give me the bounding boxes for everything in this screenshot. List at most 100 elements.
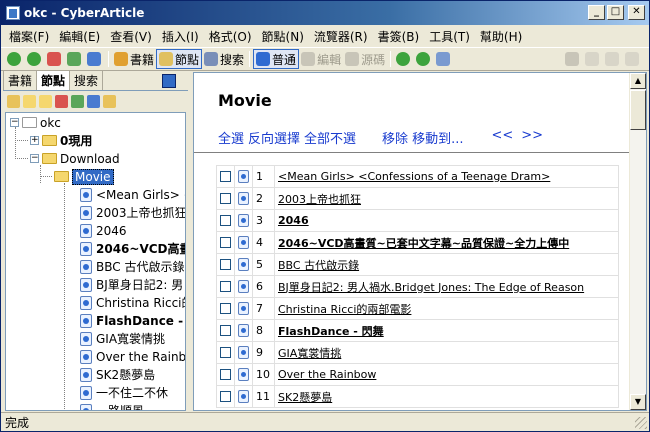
books-button[interactable]: 書籍 — [112, 49, 156, 69]
node-tree[interactable]: −okc +0現用 −Download Movie <Mean Girls> <… — [5, 112, 186, 411]
tree-item[interactable]: BJ單身日記2: 男 — [80, 275, 183, 294]
lock-icon[interactable] — [103, 94, 116, 108]
tree-item[interactable]: BBC 古代啟示錄 — [80, 257, 184, 276]
menu-edit[interactable]: 編輯(E) — [54, 26, 105, 47]
refresh-tree-icon[interactable] — [71, 94, 84, 108]
scroll-up-button[interactable]: ▲ — [630, 73, 646, 89]
table-row[interactable]: 11 SK2懸夢島 — [216, 385, 619, 408]
scroll-down-button[interactable]: ▼ — [630, 394, 646, 410]
row-link[interactable]: GIA寬裳情挑 — [278, 347, 341, 360]
nodes-button[interactable]: 節點 — [156, 49, 203, 69]
row-checkbox[interactable] — [220, 391, 231, 402]
save-button[interactable] — [563, 49, 583, 69]
tree-item[interactable]: 一路順風 — [80, 401, 144, 410]
add-folder-icon[interactable] — [39, 94, 52, 108]
tree-folder-now[interactable]: +0現用 — [30, 131, 92, 150]
prev-node-button[interactable] — [394, 49, 414, 69]
row-link[interactable]: SK2懸夢島 — [278, 391, 332, 404]
next-node-button[interactable] — [414, 49, 434, 69]
tree-item[interactable]: SK2懸夢島 — [80, 365, 155, 384]
row-link[interactable]: FlashDance - 閃舞 — [278, 325, 384, 338]
capture-button[interactable] — [434, 49, 454, 69]
table-row[interactable]: 2 2003上帝也抓狂 — [216, 187, 619, 210]
refresh-button[interactable] — [65, 49, 85, 69]
tab-search[interactable]: 搜索 — [69, 70, 104, 90]
tree-item[interactable]: 2046 — [80, 221, 127, 240]
prev-page-link[interactable]: << — [491, 128, 513, 147]
menu-tools[interactable]: 工具(T) — [424, 26, 475, 47]
open-folder-icon[interactable] — [7, 94, 20, 108]
row-checkbox[interactable] — [220, 215, 231, 226]
table-row[interactable]: 6 BJ單身日記2: 男人禍水.Bridget Jones: The Edge o… — [216, 275, 619, 298]
table-row[interactable]: 7 Christina Ricci的兩部電影 — [216, 297, 619, 320]
tree-item[interactable]: 2003上帝也抓狂 — [80, 203, 185, 222]
home-button[interactable] — [85, 49, 105, 69]
scroll-thumb[interactable] — [630, 90, 646, 130]
row-checkbox[interactable] — [220, 171, 231, 182]
minimize-button[interactable]: _ — [588, 5, 605, 20]
row-checkbox[interactable] — [220, 193, 231, 204]
menu-format[interactable]: 格式(O) — [204, 26, 257, 47]
move-to-link[interactable]: 移動到... — [412, 128, 463, 147]
menu-file[interactable]: 檔案(F) — [4, 26, 54, 47]
row-link[interactable]: BJ單身日記2: 男人禍水.Bridget Jones: The Edge of… — [278, 281, 584, 294]
tree-item[interactable]: 一不住二不休 — [80, 383, 168, 402]
next-page-link[interactable]: >> — [521, 128, 543, 147]
tree-root[interactable]: − okc — [10, 113, 61, 132]
pin-icon[interactable] — [162, 74, 176, 88]
row-checkbox[interactable] — [220, 369, 231, 380]
stop-button[interactable] — [45, 49, 65, 69]
menu-browser[interactable]: 流覽器(R) — [309, 26, 373, 47]
menu-view[interactable]: 查看(V) — [105, 26, 157, 47]
close-button[interactable]: ✕ — [628, 5, 645, 20]
resize-grip-icon[interactable] — [635, 417, 647, 429]
row-checkbox[interactable] — [220, 237, 231, 248]
redo-button[interactable] — [603, 49, 623, 69]
row-checkbox[interactable] — [220, 303, 231, 314]
menu-insert[interactable]: 插入(I) — [157, 26, 204, 47]
row-link[interactable]: BBC 古代啟示錄 — [278, 259, 359, 272]
source-view-button[interactable]: 源碼 — [343, 49, 387, 69]
tree-item[interactable]: <Mean Girls> <Co — [80, 185, 185, 204]
normal-view-button[interactable]: 普通 — [253, 49, 300, 69]
row-link[interactable]: <Mean Girls> <Confessions of a Teenage D… — [278, 170, 550, 183]
table-row[interactable]: 5 BBC 古代啟示錄 — [216, 253, 619, 276]
maximize-button[interactable]: □ — [607, 5, 624, 20]
table-row[interactable]: 10 Over the Rainbow — [216, 363, 619, 386]
tab-books[interactable]: 書籍 — [3, 70, 38, 90]
menu-help[interactable]: 幫助(H) — [475, 26, 527, 47]
row-checkbox[interactable] — [220, 259, 231, 270]
select-all-link[interactable]: 全選 — [218, 128, 244, 147]
table-row[interactable]: 1 <Mean Girls> <Confessions of a Teenage … — [216, 165, 619, 188]
remove-link[interactable]: 移除 — [382, 128, 408, 147]
move-icon[interactable] — [87, 94, 100, 108]
undo-button[interactable] — [583, 49, 603, 69]
tree-item[interactable]: FlashDance - 閃 — [80, 311, 185, 330]
row-link[interactable]: Christina Ricci的兩部電影 — [278, 303, 411, 316]
tree-item[interactable]: Over the Rainbow — [80, 347, 185, 366]
vertical-scrollbar[interactable]: ▲ ▼ — [629, 73, 646, 410]
tree-folder-download[interactable]: − Download — [30, 149, 120, 168]
table-row[interactable]: 8 FlashDance - 閃舞 — [216, 319, 619, 342]
new-folder-icon[interactable] — [23, 94, 36, 108]
table-row[interactable]: 4 2046~VCD高畫質~已套中文字幕~品質保證~全力上傳中 — [216, 231, 619, 254]
back-button[interactable] — [5, 49, 25, 69]
invert-selection-link[interactable]: 反向選擇 — [248, 128, 300, 147]
tree-item[interactable]: Christina Ricci的 — [80, 293, 185, 312]
row-link[interactable]: 2046~VCD高畫質~已套中文字幕~品質保證~全力上傳中 — [278, 237, 569, 250]
menu-bookmarks[interactable]: 書簽(B) — [373, 26, 425, 47]
row-link[interactable]: 2003上帝也抓狂 — [278, 193, 361, 206]
edit-view-button[interactable]: 編輯 — [299, 49, 343, 69]
row-link[interactable]: 2046 — [278, 214, 309, 227]
table-row[interactable]: 3 2046 — [216, 209, 619, 232]
search-button[interactable]: 搜索 — [202, 49, 246, 69]
menu-node[interactable]: 節點(N) — [257, 26, 309, 47]
row-link[interactable]: Over the Rainbow — [278, 368, 376, 381]
tree-folder-movie[interactable]: Movie — [54, 167, 114, 186]
format-button[interactable] — [623, 49, 643, 69]
row-checkbox[interactable] — [220, 325, 231, 336]
delete-icon[interactable] — [55, 94, 68, 108]
table-row[interactable]: 9 GIA寬裳情挑 — [216, 341, 619, 364]
tab-nodes[interactable]: 節點 — [36, 70, 71, 90]
forward-button[interactable] — [25, 49, 45, 69]
